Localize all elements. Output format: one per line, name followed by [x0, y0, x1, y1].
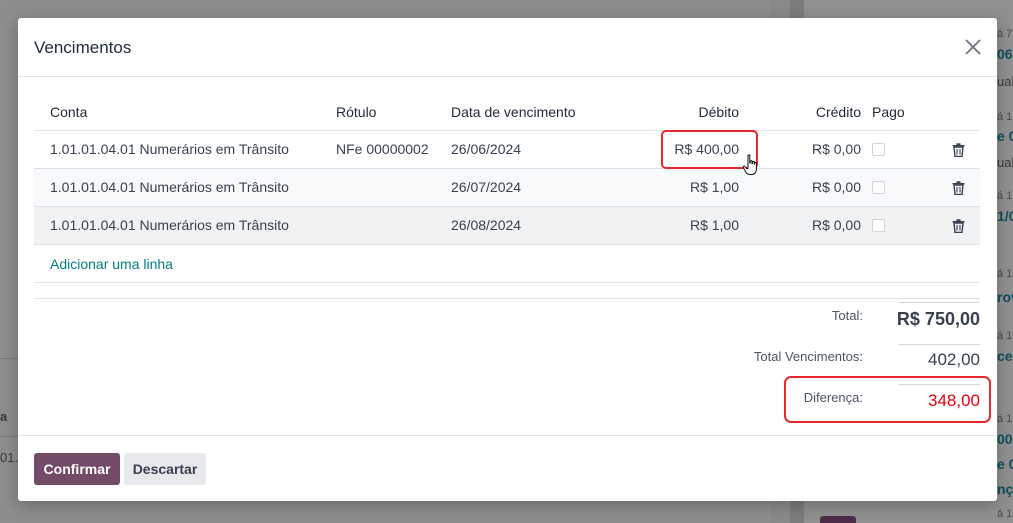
hand-cursor-icon	[742, 154, 760, 176]
bg-fragment: 002	[997, 431, 1013, 447]
discard-button[interactable]: Descartar	[124, 453, 206, 485]
close-button[interactable]	[963, 37, 983, 57]
bg-fragment: á 1	[997, 268, 1013, 280]
cell-conta[interactable]: 1.01.01.04.01 Numerários em Trânsito	[50, 131, 289, 168]
total-vencimentos-value: 402,00	[928, 350, 980, 369]
bg-fragment: cel	[997, 348, 1013, 364]
header-rotulo[interactable]: Rótulo	[336, 94, 376, 131]
cell-rotulo[interactable]: NFe 00000002	[336, 131, 429, 168]
bg-fragment: á 1	[997, 190, 1013, 202]
pago-checkbox[interactable]	[872, 143, 885, 156]
pago-checkbox[interactable]	[872, 181, 885, 194]
delete-row-button[interactable]	[952, 143, 965, 158]
total-value: R$ 750,00	[896, 309, 980, 329]
table-row[interactable]: 1.01.01.04.01 Numerários em Trânsito 26/…	[34, 169, 980, 207]
bg-fragment: uali	[997, 74, 1013, 89]
bg-fragment: a	[0, 409, 8, 424]
header-pago[interactable]: Pago	[872, 94, 905, 131]
vencimentos-dialog: Vencimentos Conta Rótulo Data de vencime…	[18, 18, 997, 501]
pago-checkbox[interactable]	[872, 219, 885, 232]
bg-fragment: á 1	[997, 330, 1013, 342]
dialog-title: Vencimentos	[34, 38, 132, 57]
cell-debito[interactable]: R$ 1,00	[690, 169, 739, 206]
add-line-link[interactable]: Adicionar uma linha	[50, 245, 173, 283]
diferenca-label: Diferença:	[803, 390, 863, 405]
add-line-row: Adicionar uma linha	[34, 245, 980, 283]
dialog-footer: Confirmar Descartar	[18, 435, 997, 501]
cell-data-vencimento[interactable]: 26/08/2024	[451, 207, 521, 244]
bg-fragment: á 1	[997, 111, 1013, 123]
cell-credito[interactable]: R$ 0,00	[812, 131, 861, 168]
table-row[interactable]: 1.01.01.04.01 Numerários em Trânsito 26/…	[34, 207, 980, 245]
totals-separator	[34, 298, 980, 299]
bg-fragment: rov	[997, 289, 1013, 305]
close-icon	[965, 39, 981, 55]
header-data-vencimento[interactable]: Data de vencimento	[451, 94, 576, 131]
total-label: Total:	[831, 308, 863, 323]
table-row[interactable]: 1.01.01.04.01 Numerários em Trânsito NFe…	[34, 131, 980, 169]
background-badge	[820, 516, 856, 523]
cell-conta[interactable]: 1.01.01.04.01 Numerários em Trânsito	[50, 207, 289, 244]
header-conta[interactable]: Conta	[50, 94, 87, 131]
cell-data-vencimento[interactable]: 26/07/2024	[451, 169, 521, 206]
bg-fragment: á 1	[997, 413, 1013, 425]
bg-fragment: á 7	[997, 28, 1013, 40]
delete-row-button[interactable]	[952, 181, 965, 196]
table-header: Conta Rótulo Data de vencimento Débito C…	[34, 94, 980, 131]
dialog-header: Vencimentos	[18, 18, 997, 77]
installments-table: Conta Rótulo Data de vencimento Débito C…	[34, 94, 980, 283]
bg-fragment: nç	[997, 481, 1013, 497]
total-vencimentos-label: Total Vencimentos:	[753, 349, 863, 364]
trash-icon	[952, 219, 965, 234]
bg-fragment: 1/0	[997, 208, 1013, 224]
confirm-button[interactable]: Confirmar	[34, 453, 120, 485]
cell-debito[interactable]: R$ 400,00	[674, 131, 739, 168]
bg-fragment: e 0	[997, 128, 1013, 144]
trash-icon	[952, 143, 965, 158]
bg-fragment: e 00	[997, 456, 1013, 472]
cell-conta[interactable]: 1.01.01.04.01 Numerários em Trânsito	[50, 169, 289, 206]
bg-fragment: 06	[997, 46, 1013, 62]
diferenca-value: 348,00	[928, 391, 980, 410]
cell-debito[interactable]: R$ 1,00	[690, 207, 739, 244]
header-credito[interactable]: Crédito	[816, 94, 861, 131]
cell-credito[interactable]: R$ 0,00	[812, 169, 861, 206]
trash-icon	[952, 181, 965, 196]
bg-fragment: uali	[997, 155, 1013, 170]
cell-data-vencimento[interactable]: 26/06/2024	[451, 131, 521, 168]
header-debito[interactable]: Débito	[699, 94, 739, 131]
delete-row-button[interactable]	[952, 219, 965, 234]
bg-fragment: á 1	[997, 508, 1013, 520]
cell-credito[interactable]: R$ 0,00	[812, 207, 861, 244]
